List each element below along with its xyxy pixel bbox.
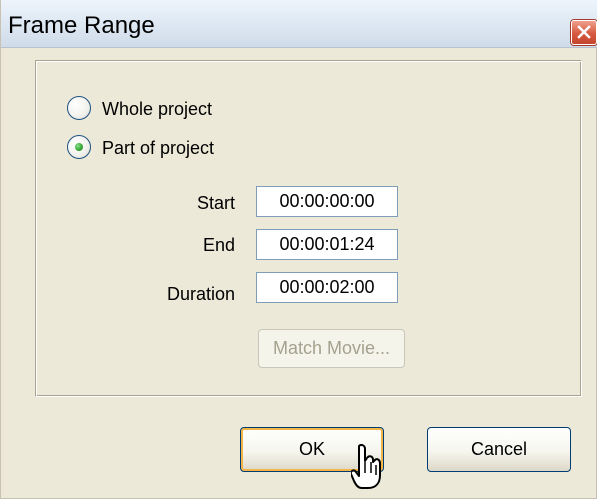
whole-project-radio[interactable]: Whole project <box>67 95 287 123</box>
ok-button[interactable]: OK <box>240 427 384 472</box>
part-of-project-label: Part of project <box>102 138 215 158</box>
start-time-input[interactable] <box>256 186 398 217</box>
duration-input[interactable] <box>256 272 398 303</box>
close-button[interactable] <box>571 20 597 45</box>
title-bar: Frame Range <box>1 0 597 48</box>
whole-project-label: Whole project <box>102 99 213 119</box>
cancel-button-label: Cancel <box>470 439 528 459</box>
close-icon <box>577 25 591 39</box>
start-label: Start <box>196 193 235 213</box>
radio-button-checked <box>67 135 91 159</box>
part-of-project-radio[interactable]: Part of project <box>67 134 287 162</box>
ok-button-label: OK <box>298 439 325 459</box>
duration-label: Duration <box>166 284 235 304</box>
cancel-button[interactable]: Cancel <box>427 427 571 472</box>
radio-button-unchecked <box>67 96 91 120</box>
radio-selected-dot <box>75 143 83 151</box>
frame-range-dialog: Frame Range Whole project Part of projec… <box>0 0 597 499</box>
match-movie-button[interactable]: Match Movie... <box>258 329 405 368</box>
end-time-input[interactable] <box>256 229 398 260</box>
end-label: End <box>202 235 235 255</box>
window-title: Frame Range <box>8 12 155 39</box>
